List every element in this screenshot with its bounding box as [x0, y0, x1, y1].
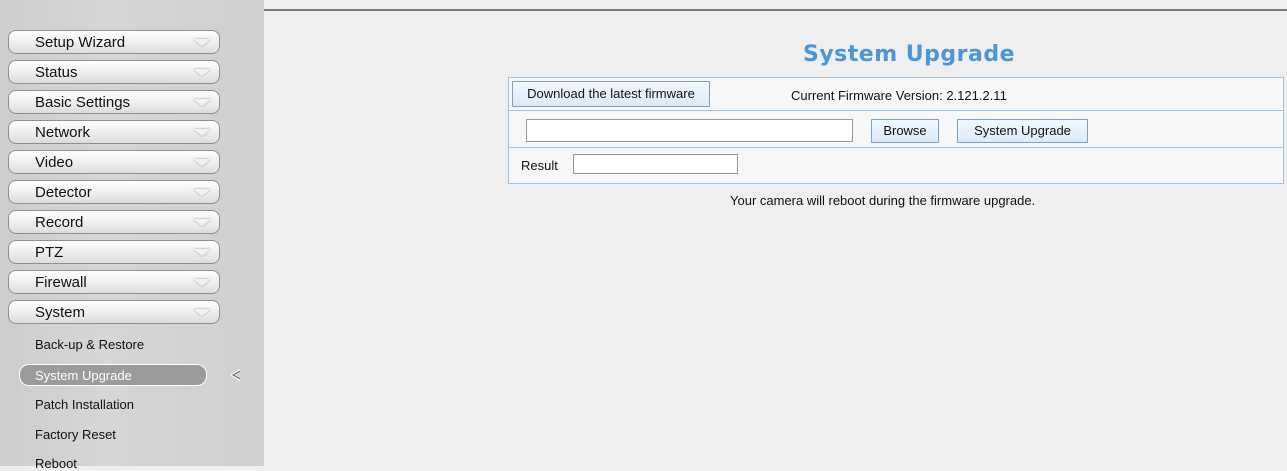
menu-firewall[interactable]: Firewall	[8, 270, 220, 294]
menu-setup-wizard[interactable]: Setup Wizard	[8, 30, 220, 54]
chevron-down-icon	[193, 39, 211, 46]
result-label: Result	[521, 158, 558, 173]
active-indicator-arrow-icon	[230, 369, 241, 381]
menu-ptz[interactable]: PTZ	[8, 240, 220, 264]
menu-label: Firewall	[35, 274, 87, 291]
submenu-reboot[interactable]: Reboot	[35, 456, 77, 471]
menu-system[interactable]: System	[8, 300, 220, 324]
submenu-system-upgrade[interactable]: System Upgrade	[19, 364, 207, 386]
row-divider	[509, 110, 1283, 111]
menu-label: Detector	[35, 184, 92, 201]
menu-record[interactable]: Record	[8, 210, 220, 234]
result-field	[573, 154, 738, 174]
chevron-down-icon	[193, 279, 211, 286]
menu-label: Video	[35, 154, 74, 171]
menu-label: System	[35, 304, 86, 321]
menu-basic-settings[interactable]: Basic Settings	[8, 90, 220, 114]
download-firmware-button[interactable]: Download the latest firmware	[512, 81, 710, 107]
menu-detector[interactable]: Detector	[8, 180, 220, 204]
chevron-down-icon	[193, 309, 211, 316]
page-title: System Upgrade	[802, 42, 1016, 67]
menu-label: Record	[35, 214, 84, 231]
sidebar: Setup Wizard Status Basic Settings Netwo…	[0, 0, 264, 471]
chevron-down-icon	[193, 219, 211, 226]
submenu-factory-reset[interactable]: Factory Reset	[35, 427, 116, 442]
menu-label: Status	[35, 64, 78, 81]
top-divider	[264, 9, 1287, 11]
chevron-down-icon	[193, 99, 211, 106]
menu-status[interactable]: Status	[8, 60, 220, 84]
submenu-backup-restore[interactable]: Back-up & Restore	[35, 337, 144, 352]
chevron-down-icon	[193, 129, 211, 136]
firmware-version-text: Current Firmware Version: 2.121.2.11	[791, 88, 1007, 103]
firmware-file-input[interactable]	[526, 119, 853, 142]
submenu-patch-installation[interactable]: Patch Installation	[35, 397, 134, 412]
reboot-warning-text: Your camera will reboot during the firmw…	[730, 193, 1036, 208]
menu-label: PTZ	[35, 244, 64, 261]
menu-network[interactable]: Network	[8, 120, 220, 144]
chevron-down-icon	[193, 189, 211, 196]
system-upgrade-button[interactable]: System Upgrade	[957, 119, 1088, 143]
menu-label: Network	[35, 124, 91, 141]
row-divider	[509, 147, 1283, 148]
upgrade-panel: Download the latest firmware Current Fir…	[508, 77, 1284, 184]
submenu-label: System Upgrade	[35, 368, 132, 383]
menu-label: Setup Wizard	[35, 34, 126, 51]
browse-button[interactable]: Browse	[871, 119, 939, 143]
chevron-down-icon	[193, 69, 211, 76]
chevron-down-icon	[193, 159, 211, 166]
menu-video[interactable]: Video	[8, 150, 220, 174]
chevron-down-icon	[193, 249, 211, 256]
menu-label: Basic Settings	[35, 94, 131, 111]
